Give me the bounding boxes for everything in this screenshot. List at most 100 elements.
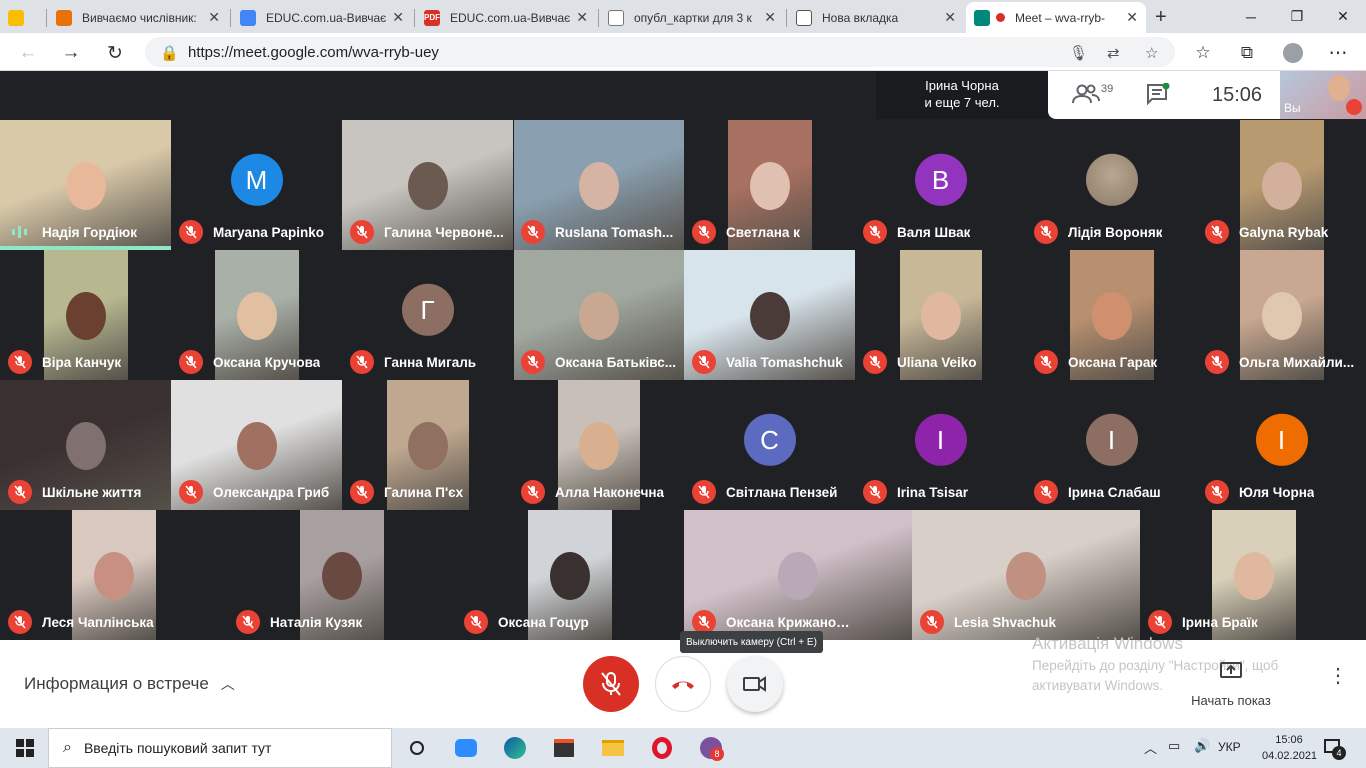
participant-tile[interactable]: Олександра Гриб <box>171 380 342 510</box>
participant-tile[interactable]: M Maryana Papinko <box>171 120 342 250</box>
participant-tile[interactable]: Наталія Кузяк <box>228 510 456 640</box>
participant-tile[interactable]: Алла Наконечна <box>513 380 684 510</box>
back-button[interactable]: ← <box>15 40 41 66</box>
profile-avatar[interactable] <box>1280 40 1306 66</box>
present-screen-icon <box>1220 662 1242 678</box>
participant-name: Ірина Слабаш <box>1068 484 1161 500</box>
language-indicator[interactable]: УКР <box>1218 740 1241 754</box>
browser-tab[interactable] <box>0 2 44 33</box>
task-view-icon[interactable] <box>402 734 432 762</box>
participant-tile[interactable]: Оксана Кручова <box>171 250 342 380</box>
viber-icon[interactable]: 8 <box>696 734 726 762</box>
translate-icon[interactable]: ⇄ <box>1107 44 1120 62</box>
participant-name-label: Ірина Слабаш <box>1034 480 1161 504</box>
more-options-icon[interactable]: ⋮ <box>1328 666 1348 686</box>
participant-tile[interactable]: Светлана к <box>684 120 855 250</box>
browser-tab-active[interactable]: Meet – wva-rryb- ✕ <box>966 2 1146 33</box>
participant-tile[interactable]: Оксана Гарак <box>1026 250 1197 380</box>
participant-tile[interactable]: Ірина Браїк <box>1140 510 1366 640</box>
participant-tile[interactable]: Оксана Крижановська <box>684 510 912 640</box>
minimize-button[interactable]: ─ <box>1228 0 1274 33</box>
participants-button[interactable]: 39 <box>1072 83 1113 105</box>
file-explorer-icon[interactable] <box>598 734 628 762</box>
participant-face <box>322 551 362 600</box>
participant-tile[interactable]: Ольга Михайли... <box>1197 250 1366 380</box>
participant-name-label: Шкільне життя <box>8 480 141 504</box>
zoom-app-icon[interactable] <box>451 734 481 762</box>
address-bar[interactable]: 🔒 https://meet.google.com/wva-rryb-uey 🎙… <box>145 37 1175 67</box>
collections-icon[interactable]: ⧉ <box>1234 40 1260 66</box>
participant-tile[interactable]: Лідія Вороняк <box>1026 120 1197 250</box>
participant-tile[interactable]: B Валя Швак <box>855 120 1026 250</box>
close-icon[interactable]: ✕ <box>576 9 588 26</box>
participant-tile[interactable]: I Юля Чорна <box>1197 380 1366 510</box>
browser-tab[interactable]: Вивчаємо числівник: ✕ <box>48 2 228 33</box>
reload-button[interactable]: ↻ <box>102 40 128 66</box>
restore-button[interactable]: ❐ <box>1274 0 1320 33</box>
volume-icon[interactable]: 🔊 <box>1194 738 1210 754</box>
taskbar-search-box[interactable]: ⌕ Введіть пошуковий запит тут <box>48 728 392 768</box>
participant-tile[interactable]: Оксана Батьківс... <box>513 250 684 380</box>
participant-tile[interactable]: Віра Канчук <box>0 250 171 380</box>
mic-off-icon <box>1034 480 1058 504</box>
close-icon[interactable]: ✕ <box>764 9 776 26</box>
participant-tile[interactable]: I Ірина Слабаш <box>1026 380 1197 510</box>
participant-tile[interactable]: Uliana Veiko <box>855 250 1026 380</box>
leave-call-button[interactable] <box>655 656 711 712</box>
browser-tab[interactable]: Нова вкладка ✕ <box>788 2 964 33</box>
meeting-controls: Информация о встрече ︿ Выключить камеру … <box>0 631 1366 728</box>
start-button[interactable] <box>10 734 40 762</box>
participant-tile[interactable]: Valia Tomashchuk <box>684 250 855 380</box>
chat-button[interactable] <box>1146 82 1170 110</box>
system-clock[interactable]: 15:06 04.02.2021 <box>1262 732 1317 764</box>
camera-toggle-button[interactable] <box>727 656 783 712</box>
network-icon[interactable]: ▭ <box>1168 738 1180 754</box>
mic-off-icon <box>1205 220 1229 244</box>
close-icon[interactable]: ✕ <box>392 9 404 26</box>
store-icon[interactable] <box>549 734 579 762</box>
microphone-icon[interactable]: 🎙 <box>1069 44 1088 62</box>
participant-tile[interactable]: Галина П'єх <box>342 380 513 510</box>
edge-browser-icon[interactable] <box>500 734 530 762</box>
participant-tile[interactable]: Шкільне життя <box>0 380 171 510</box>
mic-toggle-button[interactable] <box>583 656 639 712</box>
participant-tile[interactable]: Ruslana Tomash... <box>513 120 684 250</box>
recording-dot-icon <box>996 13 1005 22</box>
clock-time: 15:06 <box>1275 734 1303 746</box>
participant-tile[interactable]: Оксана Гоцур <box>456 510 684 640</box>
mic-off-icon <box>521 350 545 374</box>
notifications-button[interactable]: 4 <box>1322 736 1346 760</box>
meeting-info-button[interactable]: Информация о встрече ︿ <box>24 674 235 694</box>
mic-off-icon <box>1346 99 1362 115</box>
participant-name: Оксана Кручова <box>213 354 321 370</box>
favorite-star-icon[interactable]: ☆ <box>1145 44 1158 62</box>
browser-tab[interactable]: опубл_картки для 3 к ✕ <box>600 2 784 33</box>
meeting-clock: 15:06 <box>1212 84 1263 106</box>
close-icon[interactable]: ✕ <box>208 9 220 26</box>
participant-face <box>579 291 619 340</box>
self-label: Вы <box>1284 101 1301 115</box>
participant-name: Олександра Гриб <box>213 484 330 500</box>
close-window-button[interactable]: ✕ <box>1320 0 1366 33</box>
forward-button[interactable]: → <box>58 40 84 66</box>
participant-name: Галина Червоне... <box>384 224 504 240</box>
favorites-icon[interactable]: ☆ <box>1190 40 1216 66</box>
close-icon[interactable]: ✕ <box>944 9 956 26</box>
participant-tile[interactable]: Lesia Shvachuk <box>912 510 1140 640</box>
participant-tile[interactable]: Г Ганна Мигаль <box>342 250 513 380</box>
participant-tile[interactable]: C Світлана Пензей <box>684 380 855 510</box>
browser-tab[interactable]: PDF EDUC.com.ua-Вивчає ✕ <box>416 2 596 33</box>
present-now-button[interactable]: Начать показ <box>1186 662 1276 708</box>
participant-name-label: Оксана Кручова <box>179 350 320 374</box>
participant-tile[interactable]: I Irina Tsisar <box>855 380 1026 510</box>
more-options-icon[interactable]: ⋯ <box>1325 40 1351 66</box>
new-tab-button[interactable]: + <box>1150 2 1178 33</box>
browser-tab[interactable]: EDUC.com.ua-Вивчає ✕ <box>232 2 412 33</box>
participant-tile[interactable]: Леся Чаплінська <box>0 510 228 640</box>
participant-tile[interactable]: Надія Гордіюк <box>0 120 171 250</box>
participant-tile[interactable]: Галина Червоне... <box>342 120 513 250</box>
opera-icon[interactable] <box>647 734 677 762</box>
close-icon[interactable]: ✕ <box>1126 9 1138 26</box>
participant-tile[interactable]: Galyna Rybak <box>1197 120 1366 250</box>
chevron-up-icon[interactable]: ︿ <box>1144 738 1157 757</box>
